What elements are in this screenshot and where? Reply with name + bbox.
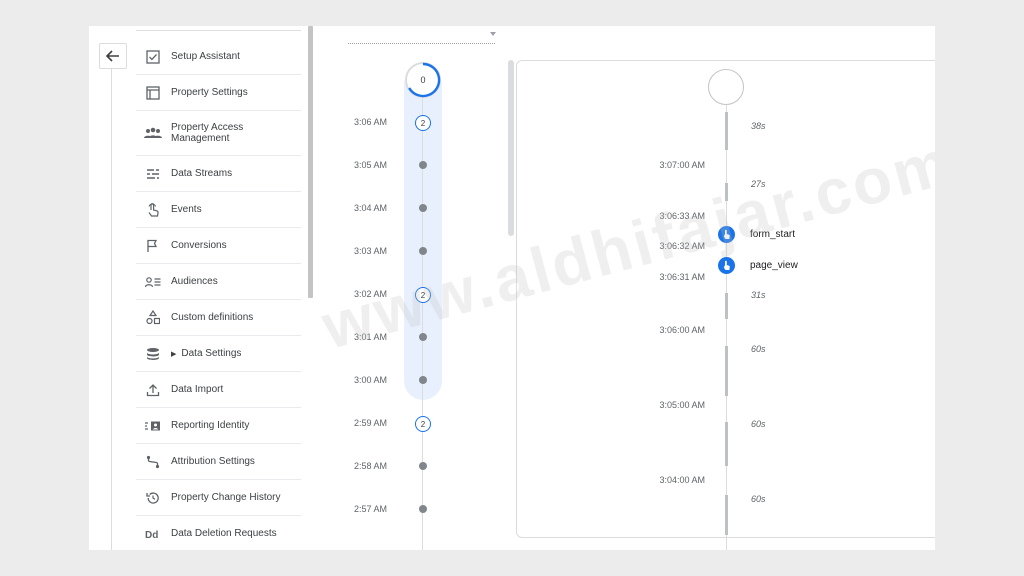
- minute-dot[interactable]: [419, 161, 427, 169]
- timestamp-label: 3:07:00 AM: [659, 160, 705, 170]
- audience-icon: [144, 273, 162, 291]
- nav-item-data-streams[interactable]: Data Streams: [136, 156, 301, 192]
- minute-label: 3:06 AM: [353, 117, 387, 127]
- minute-dot[interactable]: [419, 376, 427, 384]
- nav-item-property-change-history[interactable]: Property Change History: [136, 480, 301, 516]
- nav-item-label: Setup Assistant: [171, 51, 240, 62]
- touch-icon: [144, 201, 162, 219]
- window-icon: [144, 84, 162, 102]
- people-icon: [144, 124, 162, 142]
- minute-event-badge[interactable]: 2: [415, 115, 431, 131]
- nav-rail: [111, 68, 112, 550]
- duration-label: 31s: [751, 290, 766, 300]
- nav-item-label: Property Settings: [171, 87, 248, 98]
- flag-icon: [144, 237, 162, 255]
- minute-dot[interactable]: [419, 505, 427, 513]
- nav-item-conversions[interactable]: Conversions: [136, 228, 301, 264]
- nav-item-label: Events: [171, 204, 202, 215]
- nav-item-label: Data Settings: [181, 348, 242, 359]
- minute-label: 3:00 AM: [353, 375, 387, 385]
- minute-label: 2:59 AM: [353, 418, 387, 428]
- event-name[interactable]: page_view: [750, 260, 798, 271]
- minute-label: 3:03 AM: [353, 246, 387, 256]
- nav-item-data-deletion-requests[interactable]: Dd Data Deletion Requests: [136, 516, 301, 550]
- nav-item-label: Reporting Identity: [171, 420, 250, 431]
- dd-icon: Dd: [144, 525, 162, 543]
- timeline-scrollbar[interactable]: [508, 60, 514, 236]
- checkbox-icon: [144, 48, 162, 66]
- back-button[interactable]: [99, 43, 127, 69]
- nav-item-data-import[interactable]: Data Import: [136, 372, 301, 408]
- counter-progress-arc: [408, 62, 441, 98]
- minute-label: 3:04 AM: [353, 203, 387, 213]
- nav-item-audiences[interactable]: Audiences: [136, 264, 301, 300]
- attribution-icon: [144, 453, 162, 471]
- nav-item-property-settings[interactable]: Property Settings: [136, 75, 301, 111]
- upload-icon: [144, 381, 162, 399]
- ga4-admin-debugview: Setup Assistant Property Settings Proper…: [89, 26, 935, 550]
- nav-item-label: Custom definitions: [171, 312, 254, 323]
- nav-item-attribution-settings[interactable]: Attribution Settings: [136, 444, 301, 480]
- timestamp-label: 3:06:00 AM: [659, 325, 705, 335]
- stream-start-circle: [708, 69, 744, 105]
- admin-property-nav: Setup Assistant Property Settings Proper…: [136, 26, 301, 550]
- minute-label: 3:05 AM: [353, 160, 387, 170]
- duration-segment: [725, 293, 728, 319]
- duration-label: 60s: [751, 494, 766, 504]
- duration-segment: [725, 495, 728, 535]
- nav-item-label: Property Access Management: [171, 122, 244, 144]
- nav-scrollbar[interactable]: [308, 26, 313, 298]
- identity-icon: [144, 417, 162, 435]
- nav-item-label: Conversions: [171, 240, 227, 251]
- streams-icon: [144, 165, 162, 183]
- duration-label: 38s: [751, 121, 766, 131]
- touch-icon: [723, 260, 730, 270]
- timestamp-label: 3:04:00 AM: [659, 475, 705, 485]
- nav-item-label: Data Deletion Requests: [171, 528, 277, 539]
- duration-segment: [725, 346, 728, 396]
- seconds-timeline-line: [726, 105, 727, 550]
- minute-dot[interactable]: [419, 462, 427, 470]
- caret-right-icon: ▶: [171, 350, 177, 358]
- nav-item-custom-definitions[interactable]: Custom definitions: [136, 300, 301, 336]
- nav-item-label: Data Streams: [171, 168, 233, 179]
- minute-dot[interactable]: [419, 204, 427, 212]
- device-selector[interactable]: [348, 43, 495, 45]
- shapes-icon: [144, 309, 162, 327]
- minute-label: 2:57 AM: [353, 504, 387, 514]
- duration-label: 60s: [751, 344, 766, 354]
- nav-item-data-settings[interactable]: ▶ Data Settings: [136, 336, 301, 372]
- svg-text:Dd: Dd: [145, 530, 158, 540]
- history-icon: [144, 489, 162, 507]
- nav-item-property-access-management[interactable]: Property Access Management: [136, 111, 301, 156]
- arrow-left-icon: [106, 50, 119, 62]
- duration-label: 60s: [751, 419, 766, 429]
- duration-segment: [725, 422, 728, 466]
- nav-item-label: Attribution Settings: [171, 456, 255, 467]
- nav-item-setup-assistant[interactable]: Setup Assistant: [136, 39, 301, 75]
- nav-item-label: Property Change History: [171, 492, 281, 503]
- timestamp-label: 3:05:00 AM: [659, 400, 705, 410]
- database-icon: [144, 345, 162, 363]
- minute-label: 2:58 AM: [353, 461, 387, 471]
- nav-item-label: Audiences: [171, 276, 218, 287]
- nav-item-events[interactable]: Events: [136, 192, 301, 228]
- nav-item-label: Data Import: [171, 384, 224, 395]
- nav-item-reporting-identity[interactable]: Reporting Identity: [136, 408, 301, 444]
- minute-dot[interactable]: [419, 247, 427, 255]
- chevron-down-icon[interactable]: [490, 32, 496, 36]
- minute-event-badge[interactable]: 2: [415, 416, 431, 432]
- duration-segment: [725, 112, 728, 150]
